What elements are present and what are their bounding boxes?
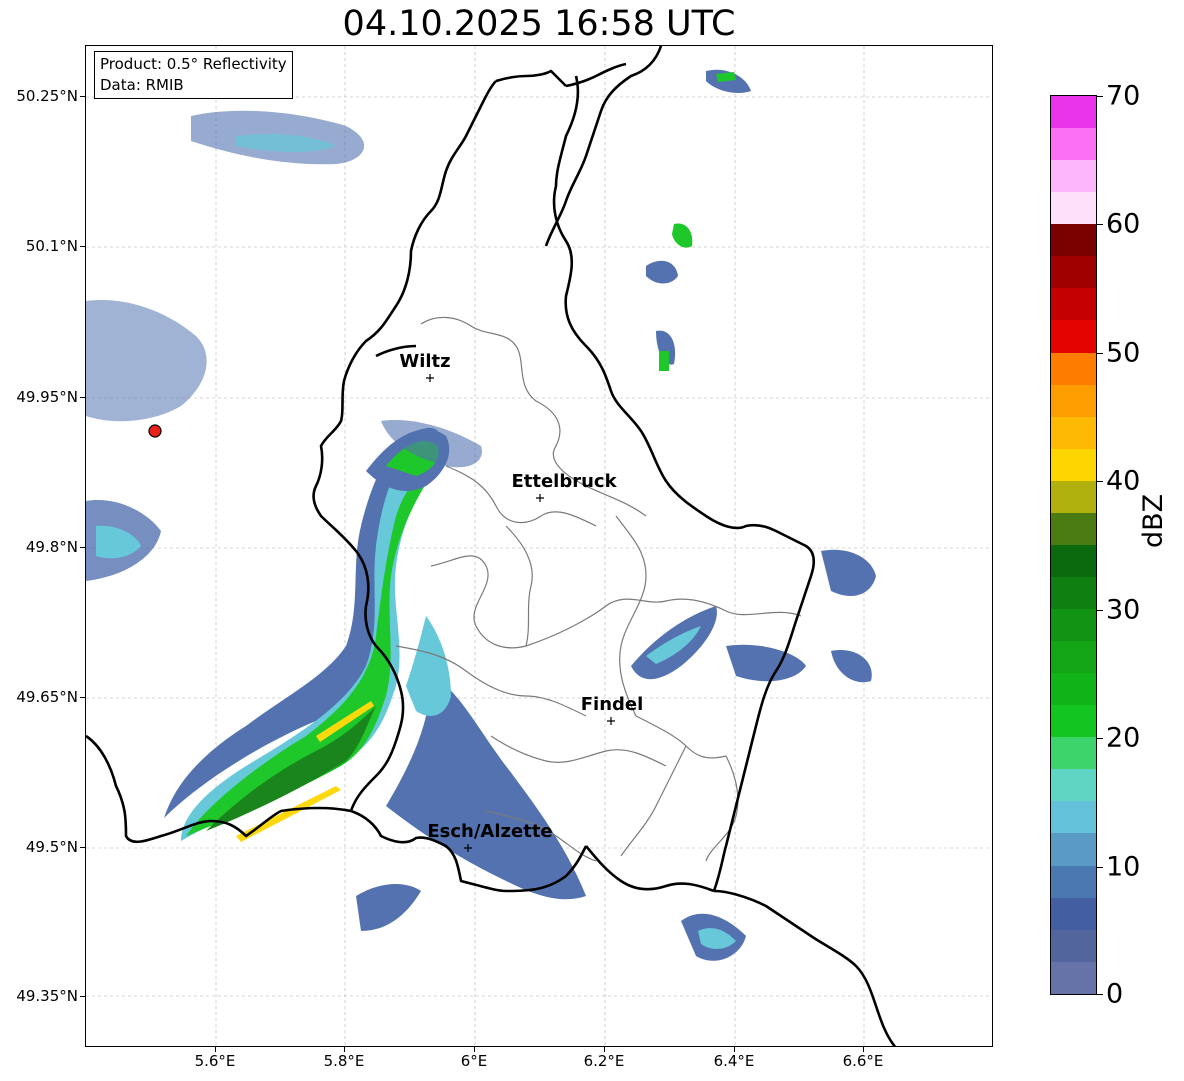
colorbar-segment [1051, 448, 1096, 481]
lat-tick [80, 697, 85, 698]
colorbar-tick [1097, 481, 1103, 482]
city-label-wiltz: Wiltz [399, 351, 451, 372]
colorbar-label: 60 [1106, 208, 1141, 240]
city-marker-wiltz [426, 374, 434, 382]
city-label-findel: Findel [580, 694, 644, 715]
colorbar-label: 50 [1106, 337, 1141, 369]
colorbar-label: 0 [1106, 978, 1124, 1010]
colorbar-segment [1051, 544, 1096, 577]
colorbar-label: 20 [1106, 722, 1141, 754]
lat-label: 49.95°N [16, 388, 78, 406]
colorbar-label: 10 [1106, 851, 1141, 883]
lon-label: 5.6°E [194, 1052, 236, 1070]
lat-label: 49.8°N [25, 538, 78, 556]
colorbar-segment [1051, 801, 1096, 834]
colorbar-segment [1051, 416, 1096, 449]
colorbar-segment [1051, 769, 1096, 802]
colorbar-segment [1051, 576, 1096, 609]
colorbar-label: 40 [1106, 465, 1141, 497]
colorbar-segment [1051, 128, 1096, 161]
colorbar-segment [1051, 224, 1096, 257]
colorbar-segment [1051, 288, 1096, 321]
lat-label: 49.65°N [16, 688, 78, 706]
colorbar-title: dBZ [1138, 493, 1169, 548]
colorbar-tick [1097, 994, 1103, 995]
colorbar-tick [1097, 96, 1103, 97]
colorbar-segment [1051, 897, 1096, 930]
colorbar-tick [1097, 353, 1103, 354]
lon-tick [734, 1047, 735, 1052]
colorbar-label: 30 [1106, 594, 1141, 626]
lon-tick [474, 1047, 475, 1052]
colorbar-segment [1051, 512, 1096, 545]
lat-label: 49.5°N [25, 838, 78, 856]
lat-tick [80, 397, 85, 398]
lon-tick [215, 1047, 216, 1052]
city-label-ettelbruck: Ettelbruck [511, 471, 617, 492]
product-info-box: Product: 0.5° Reflectivity Data: RMIB [94, 51, 293, 99]
colorbar-segment [1051, 929, 1096, 962]
colorbar-tick [1097, 867, 1103, 868]
lon-label: 6°E [460, 1052, 488, 1070]
colorbar-segment [1051, 641, 1096, 674]
radar-site-marker [148, 424, 162, 438]
colorbar-segment [1051, 480, 1096, 513]
colorbar-segment [1051, 737, 1096, 770]
colorbar-segment [1051, 609, 1096, 642]
colorbar-segment [1051, 192, 1096, 225]
map-title: 04.10.2025 16:58 UTC [342, 4, 736, 44]
lon-label: 5.8°E [323, 1052, 365, 1070]
city-marker-ettelbruck [536, 494, 544, 502]
data-source-label: Data: RMIB [100, 76, 184, 94]
radar-map[interactable]: Product: 0.5° Reflectivity Data: RMIB Wi… [85, 45, 993, 1047]
country-borders [86, 46, 897, 1046]
lat-tick [80, 996, 85, 997]
colorbar-label: 70 [1106, 80, 1141, 112]
lat-label: 50.1°N [25, 237, 78, 255]
lon-tick [863, 1047, 864, 1052]
lon-tick [344, 1047, 345, 1052]
colorbar-segment [1051, 961, 1096, 994]
colorbar-tick [1097, 610, 1103, 611]
colorbar-tick [1097, 224, 1103, 225]
lat-tick [80, 246, 85, 247]
lon-tick [604, 1047, 605, 1052]
colorbar-segment [1051, 705, 1096, 738]
lat-tick [80, 96, 85, 97]
colorbar-segment [1051, 256, 1096, 289]
colorbar-segment [1051, 673, 1096, 706]
colorbar-tick [1097, 738, 1103, 739]
colorbar-segment [1051, 320, 1096, 353]
lon-label: 6.2°E [583, 1052, 625, 1070]
lat-label: 49.35°N [16, 987, 78, 1005]
colorbar-segment [1051, 352, 1096, 385]
colorbar-segment [1051, 833, 1096, 866]
colorbar-segment [1051, 865, 1096, 898]
lat-tick [80, 847, 85, 848]
colorbar-segment [1051, 96, 1096, 129]
lon-label: 6.6°E [842, 1052, 884, 1070]
colorbar-segment [1051, 384, 1096, 417]
colorbar [1050, 95, 1097, 995]
city-marker-findel [607, 717, 615, 725]
lon-label: 6.4°E [713, 1052, 755, 1070]
lat-tick [80, 547, 85, 548]
radar-map-canvas [86, 46, 992, 1046]
city-label-esch-alzette: Esch/Alzette [427, 821, 553, 842]
colorbar-segment [1051, 160, 1096, 193]
product-label: Product: 0.5° Reflectivity [100, 55, 287, 73]
lat-label: 50.25°N [16, 87, 78, 105]
grid-lines [86, 46, 992, 1046]
